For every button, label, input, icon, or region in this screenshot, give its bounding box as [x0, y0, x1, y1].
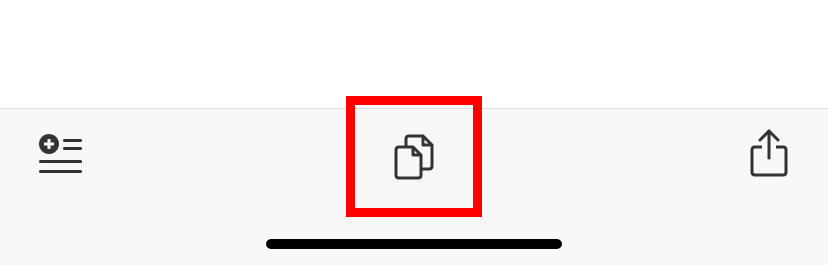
copy-button[interactable] — [384, 125, 448, 189]
add-to-reading-list-icon — [38, 133, 84, 179]
home-indicator[interactable] — [266, 239, 562, 249]
content-area — [0, 0, 828, 108]
copy-pages-icon — [394, 133, 438, 181]
screen — [0, 0, 828, 265]
share-icon — [749, 128, 789, 178]
add-to-list-button[interactable] — [30, 127, 92, 185]
share-button[interactable] — [738, 123, 800, 183]
